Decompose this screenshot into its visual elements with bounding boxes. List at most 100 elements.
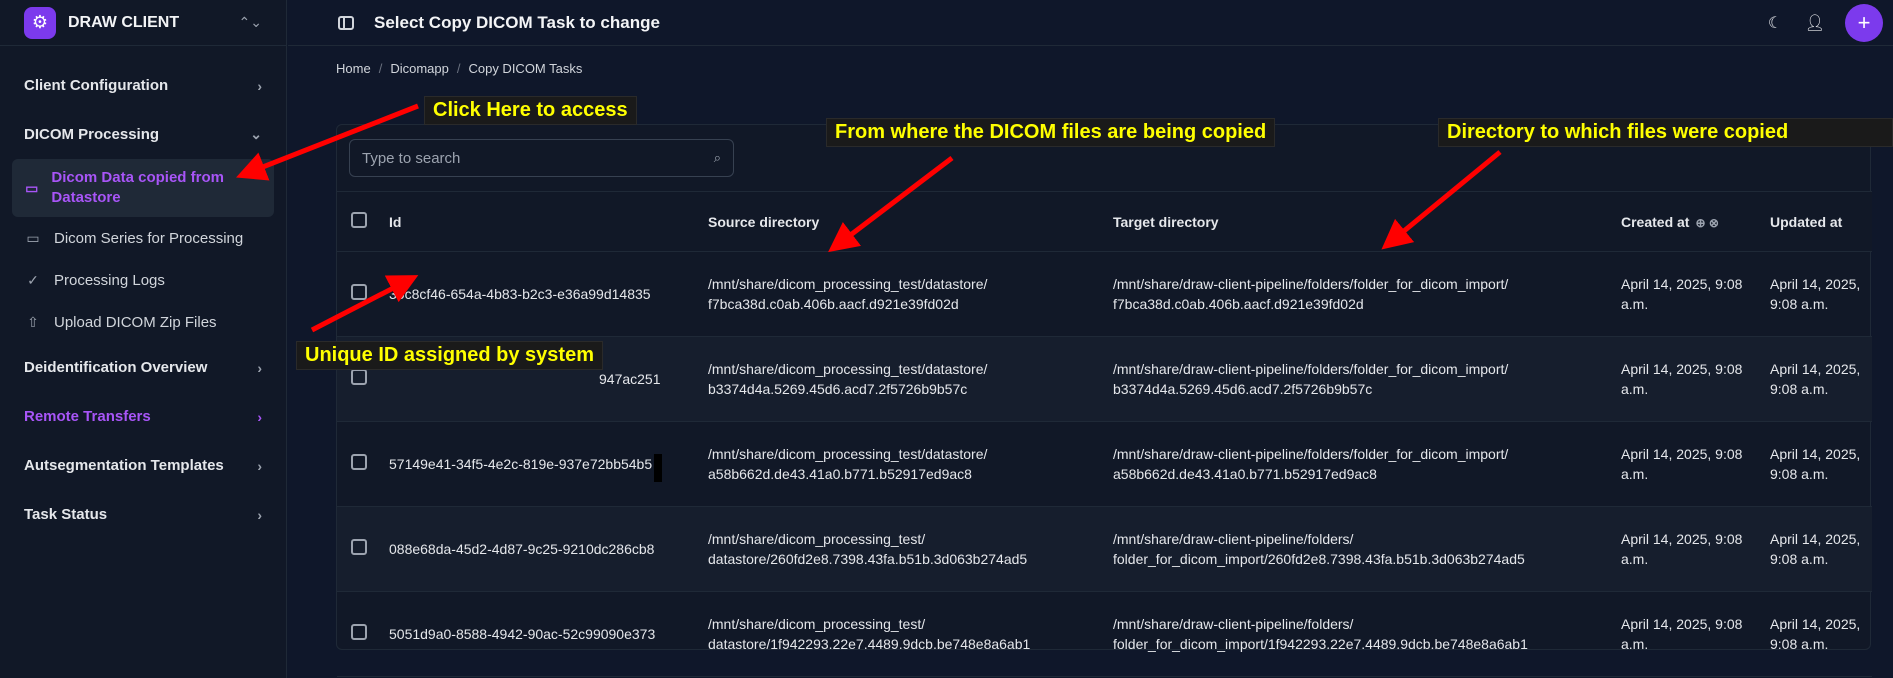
cell-id-text: 947ac251 — [599, 371, 661, 387]
row-checkbox[interactable] — [351, 368, 367, 385]
brand-header[interactable]: ⚙ DRAW CLIENT ⌃⌄ — [0, 0, 286, 46]
cell-source: /mnt/share/dicom_processing_test/datasto… — [708, 421, 1113, 507]
select-all-checkbox[interactable] — [351, 212, 367, 228]
sidebar-item-processing-logs[interactable]: ✓ Processing Logs — [0, 259, 286, 301]
row-checkbox[interactable] — [351, 453, 367, 470]
row-select-cell — [337, 591, 389, 677]
cell-updated: April 14, 2025, 9:08 a.m. — [1770, 251, 1872, 337]
cell-target: /mnt/share/draw-client-pipeline/folders/… — [1113, 251, 1621, 337]
cell-target: /mnt/share/draw-client-pipeline/folders/… — [1113, 336, 1621, 422]
row-checkbox[interactable] — [351, 623, 367, 640]
chevron-right-icon: › — [257, 506, 262, 523]
annotation-source: From where the DICOM files are being cop… — [826, 118, 1276, 147]
sidebar-section-client-configuration[interactable]: Client Configuration › — [0, 61, 286, 110]
row-checkbox[interactable] — [351, 283, 367, 300]
cell-created: April 14, 2025, 9:08 a.m. — [1621, 421, 1770, 507]
chevron-right-icon: › — [257, 77, 262, 94]
plus-icon[interactable]: + — [1845, 4, 1883, 42]
sidebar: ⚙ DRAW CLIENT ⌃⌄ Client Configuration › … — [0, 0, 287, 678]
panel-toggle-icon[interactable] — [338, 15, 354, 30]
chevron-right-icon: › — [257, 408, 262, 425]
sidebar-section-remote-transfers[interactable]: Remote Transfers › — [0, 392, 286, 441]
breadcrumb-separator: / — [378, 61, 383, 76]
row-select-cell — [337, 421, 389, 507]
table-header-row: Id Source directory Target directory Cre… — [337, 191, 1872, 252]
cell-updated: April 14, 2025, 9:08 a.m. — [1770, 506, 1872, 592]
moon-icon[interactable]: ☾ — [1755, 13, 1795, 33]
sidebar-item-dicom-data-copied[interactable]: ▭ Dicom Data copied from Datastore — [12, 159, 274, 217]
sidebar-section-label: Deidentification Overview — [24, 359, 208, 376]
sidebar-item-label: Dicom Data copied from Datastore — [51, 169, 224, 206]
annotation-click-here: Click Here to access — [424, 96, 637, 125]
cell-target: /mnt/share/draw-client-pipeline/folders/… — [1113, 421, 1621, 507]
table-row[interactable]: 36c8cf46-654a-4b83-b2c3-e36a99d14835 /mn… — [337, 251, 1872, 337]
sidebar-item-dicom-series[interactable]: ▭ Dicom Series for Processing — [0, 217, 286, 259]
row-checkbox[interactable] — [351, 538, 367, 555]
text-cursor-mark — [654, 454, 662, 482]
cell-target: /mnt/share/draw-client-pipeline/folders/… — [1113, 506, 1621, 592]
table-row[interactable]: 088e68da-45d2-4d87-9c25-9210dc286cb8 /mn… — [337, 506, 1872, 592]
breadcrumb-dicomapp[interactable]: Dicomapp — [390, 61, 449, 76]
sidebar-section-label: Client Configuration — [24, 77, 169, 94]
cell-created: April 14, 2025, 9:08 a.m. — [1621, 506, 1770, 592]
settings-icon: ⚙ — [24, 6, 56, 39]
cell-source: /mnt/share/dicom_processing_test/ datast… — [708, 591, 1113, 677]
sidebar-item-label: Processing Logs — [54, 271, 165, 289]
sidebar-section-autsegmentation[interactable]: Autsegmentation Templates › — [0, 441, 286, 490]
results-table: Id Source directory Target directory Cre… — [337, 191, 1872, 677]
cell-created: April 14, 2025, 9:08 a.m. — [1621, 591, 1770, 677]
check-circle-icon: ✓ — [27, 271, 39, 288]
folder-icon: ▭ — [26, 229, 40, 246]
column-header-id[interactable]: Id — [389, 191, 708, 252]
top-bar: Select Copy DICOM Task to change ☾ 👤︎ + — [288, 0, 1893, 46]
cell-target: /mnt/share/draw-client-pipeline/folders/… — [1113, 591, 1621, 677]
cell-updated: April 14, 2025, 9:08 a.m. — [1770, 336, 1872, 422]
sort-icon[interactable]: ⊕ ⊗ — [1695, 216, 1718, 230]
sidebar-section-label: Remote Transfers — [24, 408, 151, 425]
cell-updated: April 14, 2025, 9:08 a.m. — [1770, 591, 1872, 677]
column-header-target[interactable]: Target directory — [1113, 191, 1621, 252]
sidebar-section-label: Autsegmentation Templates — [24, 457, 224, 474]
upload-icon: ⇧ — [27, 313, 39, 330]
search-box[interactable]: ⌕ — [349, 139, 734, 177]
cell-id[interactable]: 5051d9a0-8588-4942-90ac-52c99090e373 — [389, 591, 708, 677]
sidebar-section-label: Task Status — [24, 506, 108, 523]
search-input[interactable] — [362, 149, 714, 167]
column-header-source[interactable]: Source directory — [708, 191, 1113, 252]
chevron-updown-icon[interactable]: ⌃⌄ — [239, 14, 262, 31]
folder-icon: ▭ — [25, 180, 39, 196]
breadcrumb-separator: / — [456, 61, 461, 76]
user-icon[interactable]: 👤︎ — [1795, 13, 1835, 33]
column-header-created-cell[interactable]: Created at ⊕ ⊗ — [1621, 191, 1770, 252]
sidebar-section-deidentification[interactable]: Deidentification Overview › — [0, 343, 286, 392]
table-row[interactable]: 57149e41-34f5-4e2c-819e-937e72bb54b5 /mn… — [337, 421, 1872, 507]
sidebar-section-task-status[interactable]: Task Status › — [0, 490, 286, 539]
sidebar-item-label: Upload DICOM Zip Files — [54, 313, 217, 331]
sidebar-item-label: Dicom Series for Processing — [54, 229, 244, 247]
results-card: ⌕ Id Source directory Target directory C… — [336, 124, 1872, 677]
app-title: DRAW CLIENT — [68, 13, 180, 31]
cell-created: April 14, 2025, 9:08 a.m. — [1621, 336, 1770, 422]
breadcrumb: Home / Dicomapp / Copy DICOM Tasks — [336, 61, 582, 76]
annotation-id: Unique ID assigned by system — [296, 341, 603, 370]
row-select-cell — [337, 251, 389, 337]
search-icon[interactable]: ⌕ — [714, 150, 721, 166]
cell-id[interactable]: 088e68da-45d2-4d87-9c25-9210dc286cb8 — [389, 506, 708, 592]
page-title: Select Copy DICOM Task to change — [374, 12, 660, 32]
sidebar-section-dicom-processing[interactable]: DICOM Processing ⌄ — [0, 110, 286, 159]
cell-updated: April 14, 2025, 9:08 a.m. — [1770, 421, 1872, 507]
annotation-target: Directory to which files were copied — [1438, 118, 1893, 147]
column-header-created: Created at — [1621, 213, 1690, 230]
chevron-right-icon: › — [257, 457, 262, 474]
select-all-cell — [337, 191, 389, 252]
table-row[interactable]: 5051d9a0-8588-4942-90ac-52c99090e373 /mn… — [337, 591, 1872, 677]
cell-id[interactable]: 36c8cf46-654a-4b83-b2c3-e36a99d14835 — [389, 251, 708, 337]
cell-created: April 14, 2025, 9:08 a.m. — [1621, 251, 1770, 337]
sidebar-item-upload-dicom[interactable]: ⇧ Upload DICOM Zip Files — [0, 301, 286, 343]
chevron-right-icon: › — [257, 359, 262, 376]
breadcrumb-home[interactable]: Home — [336, 61, 371, 76]
column-header-updated[interactable]: Updated at — [1770, 191, 1872, 252]
cell-source: /mnt/share/dicom_processing_test/ datast… — [708, 506, 1113, 592]
chevron-down-icon: ⌄ — [250, 126, 262, 142]
cell-source: /mnt/share/dicom_processing_test/datasto… — [708, 251, 1113, 337]
